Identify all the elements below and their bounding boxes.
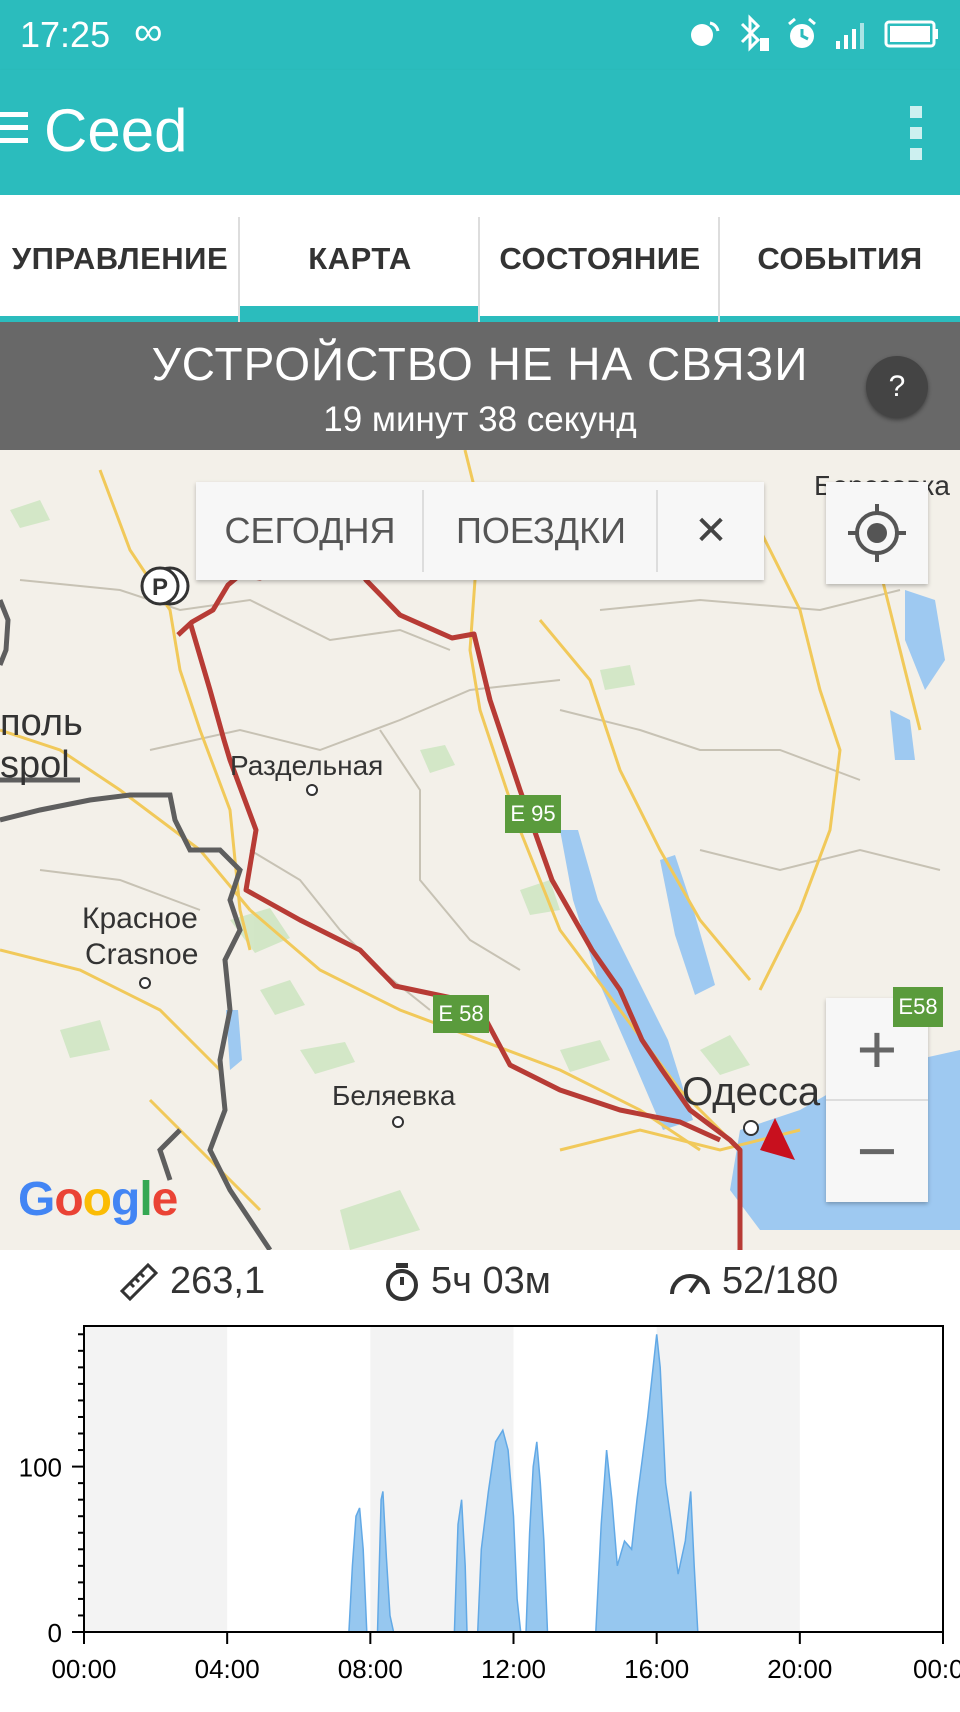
tab-events-label: СОБЫТИЯ [757, 240, 923, 276]
road-badge-e95: E 95 [505, 795, 561, 833]
stat-speed: 52/180 [668, 1260, 838, 1303]
offline-duration: 19 минут 38 секунд [323, 400, 637, 439]
chart-band [84, 1326, 228, 1632]
tab-bar: УПРАВЛЕНИЕ КАРТА СОСТОЯНИЕ СОБЫТИЯ [0, 195, 960, 322]
trip-stats: 263,1 5ч 03м 52/180 [0, 1250, 960, 1320]
speed-value: 52/180 [722, 1260, 839, 1302]
tab-events[interactable]: СОБЫТИЯ [720, 195, 960, 322]
speed-chart-svg: 0 100 00:00 04:00 08:00 12:00 16:00 20:00 00:0 [19, 1325, 960, 1684]
chart-x-tick-label: 00:0 [913, 1654, 960, 1684]
route-path [176, 533, 743, 1250]
tab-map-label: КАРТА [308, 240, 412, 276]
alarm-icon [788, 17, 816, 48]
map-label-belyaevka: Беляевка [332, 1080, 456, 1111]
map-label-tiraspol-ru: поль [0, 702, 83, 744]
hamburger-menu-icon[interactable] [0, 106, 28, 146]
signal-icon [836, 23, 864, 49]
chart-x-tick-label: 08:00 [338, 1654, 403, 1684]
map-label-razdelnaya: Раздельная [230, 750, 384, 781]
distance-value: 263,1 [170, 1260, 266, 1302]
app-title: Ceed [44, 97, 188, 164]
cast-icon [691, 21, 720, 46]
map-label-odessa: Одесса [682, 1070, 821, 1114]
chart-y-tick-label: 100 [19, 1453, 62, 1483]
tab-control[interactable]: УПРАВЛЕНИЕ [0, 195, 240, 322]
filter-today-button[interactable]: СЕГОДНЯ [196, 482, 424, 580]
chart-x-tick-label: 12:00 [481, 1654, 546, 1684]
chart-x-tick-label: 04:00 [195, 1654, 260, 1684]
chart-x-tick-label: 16:00 [624, 1654, 689, 1684]
infinity-icon: ∞ [134, 10, 163, 54]
map-label-tiraspol-en: spol [0, 744, 70, 786]
map-label-krasnoe-ru: Красное [82, 902, 198, 935]
status-time: 17:25 [20, 14, 111, 55]
road-badge-e58-side: E58 [893, 987, 943, 1027]
offline-title: УСТРОЙСТВО НЕ НА СВЯЗИ [151, 338, 809, 390]
help-button[interactable]: ? [866, 356, 928, 418]
zoom-controls: + − [826, 998, 928, 1202]
stat-distance: 263,1 [118, 1260, 265, 1303]
speed-chart: 0 100 00:00 04:00 08:00 12:00 16:00 20:00 00:0 [0, 1320, 960, 1707]
map-label-krasnoe-en: Crasnoe [85, 938, 199, 971]
tab-control-label: УПРАВЛЕНИЕ [11, 240, 229, 276]
offline-banner: УСТРОЙСТВО НЕ НА СВЯЗИ 19 минут 38 секун… [0, 322, 960, 450]
speedometer-icon [670, 1273, 710, 1294]
google-logo: Google [18, 1173, 178, 1226]
filter-close-icon[interactable]: ✕ [658, 482, 764, 580]
status-icons [688, 14, 940, 54]
zoom-out-button[interactable]: − [826, 1100, 928, 1201]
chart-x-tick-label: 00:00 [51, 1654, 116, 1684]
app-bar: Ceed [0, 70, 960, 195]
filter-trips-button[interactable]: ПОЕЗДКИ [424, 482, 658, 580]
svg-text:P: P [152, 574, 168, 601]
parking-marker: P [140, 566, 190, 606]
chart-y-tick-label: 0 [48, 1618, 62, 1648]
road-badge-e58: E 58 [433, 995, 489, 1033]
tab-indicator-active [240, 306, 480, 322]
tab-state-label: СОСТОЯНИЕ [499, 240, 701, 276]
crosshair-icon [848, 504, 906, 562]
tab-map[interactable]: КАРТА [240, 195, 480, 322]
more-vertical-icon[interactable] [910, 106, 924, 169]
duration-value: 5ч 03м [431, 1260, 551, 1302]
bluetooth-icon [740, 14, 769, 52]
ruler-icon [119, 1262, 159, 1301]
trip-filter-bar: СЕГОДНЯ ПОЕЗДКИ ✕ [196, 482, 764, 580]
my-location-button[interactable] [826, 482, 928, 584]
stat-duration: 5ч 03м [383, 1260, 551, 1303]
chart-x-tick-label: 20:00 [767, 1654, 832, 1684]
status-bar: 17:25 ∞ [0, 0, 960, 70]
battery-icon [884, 20, 938, 48]
stopwatch-icon [386, 1262, 418, 1301]
map-view[interactable]: P Березовка поль spol Раздельная Красное… [0, 450, 960, 1250]
tab-state[interactable]: СОСТОЯНИЕ [480, 195, 720, 322]
